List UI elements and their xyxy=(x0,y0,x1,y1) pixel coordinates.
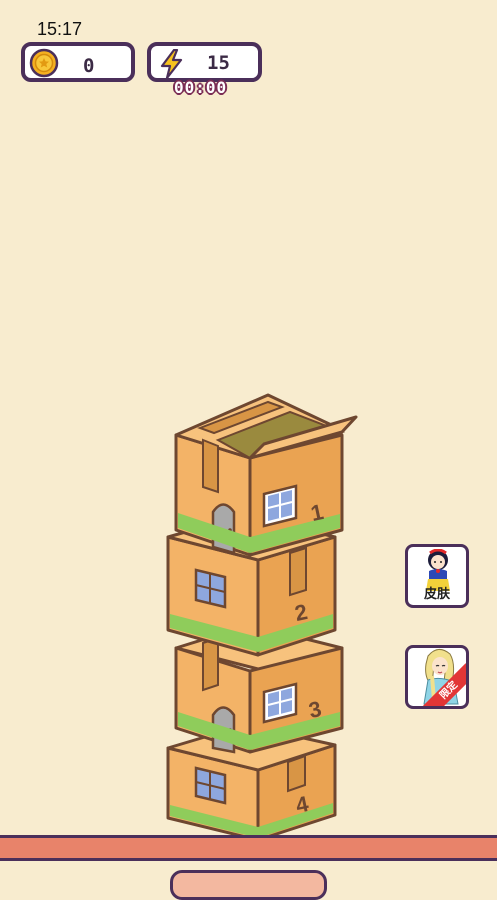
box-tower: 4 3 2 1 xyxy=(166,393,358,842)
skin-button[interactable]: 皮肤 xyxy=(405,544,469,608)
limited-button[interactable]: 限定 xyxy=(405,645,469,709)
tower-box-1 xyxy=(174,393,358,557)
skin-button-label: 皮肤 xyxy=(423,587,450,602)
bottom-tab-button[interactable] xyxy=(170,870,327,900)
ground-strip xyxy=(0,835,497,861)
